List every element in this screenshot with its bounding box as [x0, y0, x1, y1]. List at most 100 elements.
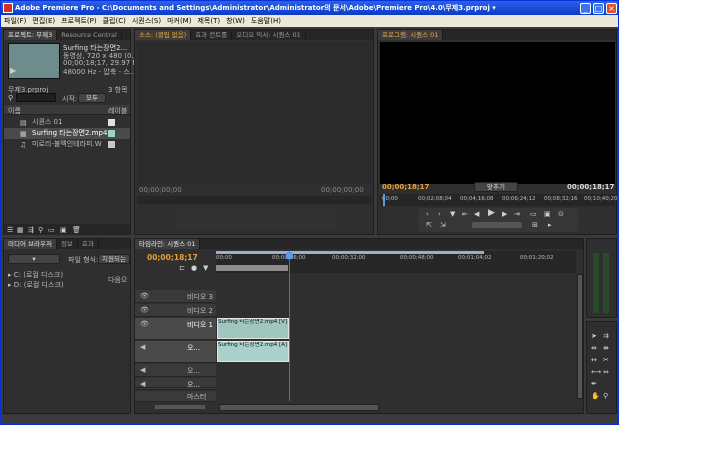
source-scrubber[interactable]	[137, 196, 372, 204]
menu-help[interactable]: 도움말(H)	[248, 17, 284, 25]
track-header-master[interactable]: 마스터	[135, 391, 216, 402]
tab-timeline[interactable]: 타임라인: 시퀀스 01	[135, 239, 201, 249]
col-label[interactable]: 레이블	[108, 106, 127, 116]
playhead-line[interactable]	[289, 251, 290, 401]
ripple-edit-tool-icon[interactable]: ⇹	[591, 344, 597, 352]
menu-clip[interactable]: 클립(C)	[100, 17, 129, 25]
tab-resource-central[interactable]: Resource Central	[57, 30, 122, 40]
playhead-handle[interactable]	[286, 252, 293, 259]
tab-effects[interactable]: 효과	[78, 239, 99, 249]
video-clip[interactable]: Surfing 타는장면2.mp4 [V]	[217, 318, 289, 339]
add-marker-icon[interactable]: ▼	[203, 264, 208, 272]
marker-icon[interactable]: ●	[191, 264, 197, 272]
program-ruler[interactable]: 00;00 00;02;08;04 00;04;16;08 00;06;24;1…	[380, 194, 618, 206]
audio-clip[interactable]: Surfing 타는장면2.mp4 [A]	[217, 341, 289, 362]
export-frame-icon[interactable]: ⊙	[558, 210, 564, 218]
menu-title[interactable]: 제목(T)	[194, 17, 223, 25]
trim-icon[interactable]: ⊞	[532, 221, 538, 229]
recent-dirs-select[interactable]: ▾	[8, 254, 60, 264]
list-view-icon[interactable]: ☰	[7, 226, 13, 234]
tab-media-browser[interactable]: 미디어 브라우저	[4, 239, 57, 249]
file-type-select[interactable]: 지원되는 ...	[98, 254, 130, 264]
maximize-button[interactable]: □	[593, 3, 604, 14]
step-back-icon[interactable]: ‹	[426, 210, 429, 218]
find-icon[interactable]: ⚲	[38, 226, 43, 234]
menu-file[interactable]: 파일(F)	[1, 17, 29, 25]
play-icon[interactable]: ▶	[488, 209, 495, 218]
search-icon[interactable]: ⚲	[8, 94, 13, 102]
rate-stretch-tool-icon[interactable]: ↔	[591, 356, 597, 364]
tab-audio-mixer[interactable]: 오디오 믹서: 시퀀스 01	[232, 30, 306, 40]
menu-window[interactable]: 창(W)	[223, 17, 248, 25]
track-header-v3[interactable]: 👁 비디오 3	[135, 290, 216, 303]
hand-tool-icon[interactable]: ✋	[591, 392, 600, 400]
tab-project[interactable]: 프로젝트: 무제3	[4, 30, 58, 40]
program-playhead[interactable]	[383, 194, 385, 206]
label-swatch	[108, 130, 115, 137]
title-bar[interactable]: Adobe Premiere Pro - C:\Documents and Se…	[1, 1, 618, 15]
track-header-v2[interactable]: 👁 비디오 2	[135, 304, 216, 317]
track-select-tool-icon[interactable]: ⇉	[603, 332, 609, 340]
drive-d[interactable]: ▸ D: (로컬 디스크)	[8, 280, 64, 290]
icon-view-icon[interactable]: ▦	[17, 226, 24, 234]
new-bin-icon[interactable]: ▭	[48, 226, 55, 234]
automate-icon[interactable]: ⇶	[28, 226, 34, 234]
program-timecode[interactable]: 00;00;18;17	[382, 183, 429, 191]
razor-tool-icon[interactable]: ✂	[603, 356, 609, 364]
clear-icon[interactable]: 🗑	[72, 226, 81, 234]
close-button[interactable]: ×	[606, 3, 617, 14]
track-header-a4[interactable]: 오...	[135, 381, 216, 389]
selection-tool-icon[interactable]: ➤	[591, 332, 597, 340]
tab-source[interactable]: 소스: (클립 없음)	[135, 30, 192, 40]
extract-icon[interactable]: ⇲	[440, 221, 446, 229]
safe-margins-icon[interactable]: ▣	[544, 210, 551, 218]
timeline-ruler[interactable]: 00;00 00;00;16;00 00;00;32;00 00;00;48;0…	[216, 251, 576, 273]
source-timecode[interactable]: 00;00;00;00	[139, 186, 182, 194]
work-area-bar[interactable]	[216, 251, 484, 254]
menu-project[interactable]: 프로젝트(P)	[58, 17, 99, 25]
new-item-icon[interactable]: ▣	[60, 226, 67, 234]
step-frame-icon[interactable]: ▶	[502, 210, 507, 218]
timeline-vscroll[interactable]	[577, 274, 583, 399]
pen-tool-icon[interactable]: ✒	[591, 380, 597, 388]
lift-icon[interactable]: ⇱	[426, 221, 432, 229]
zoom-tool-icon[interactable]: ⚲	[603, 392, 608, 400]
search-scope-select[interactable]: 모두	[78, 93, 106, 103]
zoom-fit-select[interactable]: 맞추기	[474, 182, 518, 192]
list-item[interactable]: ▤ 시퀀스 01	[4, 117, 130, 128]
track-header-a1[interactable]: ◀ 오...	[135, 341, 216, 363]
timeline-timecode[interactable]: 00;00;18;17	[147, 253, 198, 262]
list-item[interactable]: ♫ 미로리-불멕인테라피.W	[4, 139, 130, 150]
track-header-v1[interactable]: 👁 비디오 1	[135, 318, 216, 340]
menu-edit[interactable]: 편집(E)	[29, 17, 58, 25]
loop-icon[interactable]: ▭	[530, 210, 537, 218]
track-header-a3[interactable]: ◀ 오...	[135, 378, 216, 390]
go-to-in-icon[interactable]: ⇤	[462, 210, 468, 218]
track-header-a2[interactable]: ◀ 오...	[135, 364, 216, 377]
play-thumbnail-icon[interactable]: ▶	[10, 67, 16, 75]
clip-info-3: 48000 Hz - 압축 - 스...	[63, 68, 137, 76]
rolling-edit-tool-icon[interactable]: ⇼	[603, 344, 609, 352]
render-bar	[216, 265, 288, 271]
minimize-button[interactable]: _	[580, 3, 591, 14]
jog-wheel[interactable]	[472, 222, 522, 228]
tab-effect-controls[interactable]: 효과 컨트롤	[191, 30, 233, 40]
menu-sequence[interactable]: 시퀀스(S)	[129, 17, 164, 25]
col-name[interactable]: 이름	[8, 106, 21, 116]
slide-tool-icon[interactable]: ⇔	[603, 368, 609, 376]
search-input[interactable]	[16, 93, 56, 102]
go-to-out-icon[interactable]: ⇥	[514, 210, 520, 218]
snap-icon[interactable]: ⊏	[179, 264, 185, 272]
zoom-slider[interactable]	[155, 405, 205, 409]
slip-tool-icon[interactable]: ⟷	[591, 368, 601, 376]
rewind-icon[interactable]: ◀	[474, 210, 479, 218]
menu-marker[interactable]: 마커(M)	[164, 17, 194, 25]
output-icon[interactable]: ▸	[548, 221, 552, 229]
tab-info[interactable]: 정보	[57, 239, 78, 249]
timeline-scrollbar[interactable]	[219, 404, 379, 411]
list-item[interactable]: ▦ Surfing 타는장면2.mp4	[4, 128, 130, 139]
step-forward-icon[interactable]: ›	[438, 210, 441, 218]
drive-c[interactable]: ▸ C: (로컬 디스크)	[8, 270, 63, 280]
tab-program[interactable]: 프로그램: 시퀀스 01	[378, 30, 444, 40]
marker-icon[interactable]: ▼	[450, 210, 455, 218]
